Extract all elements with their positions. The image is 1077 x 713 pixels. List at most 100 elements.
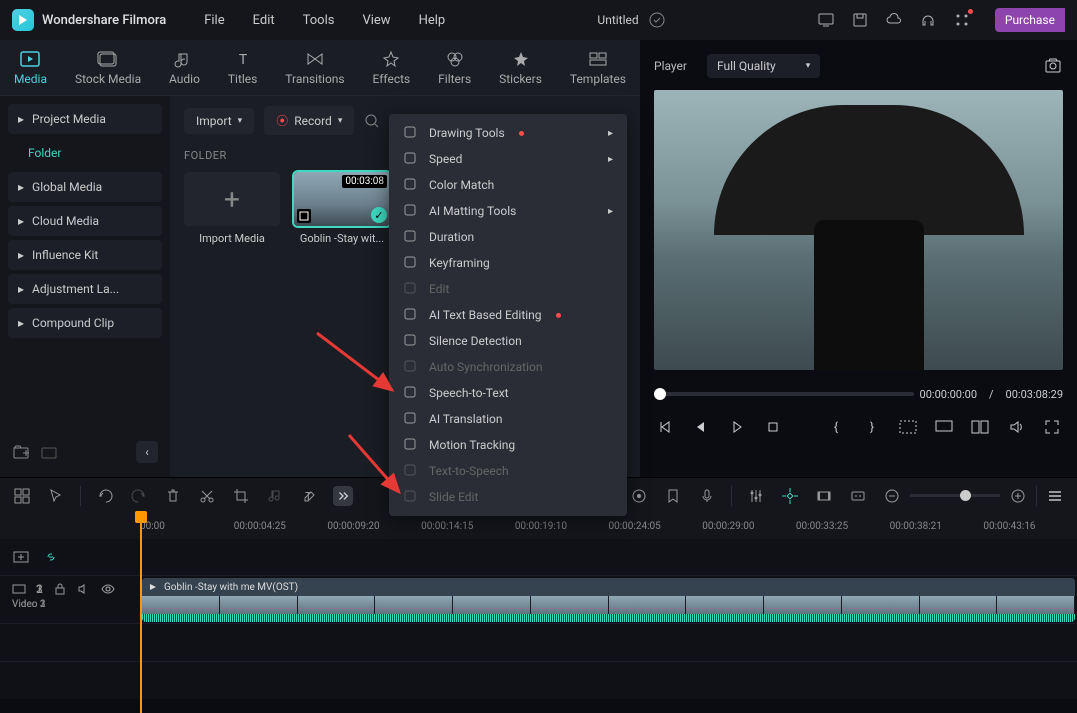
zoom-slider[interactable] [910, 494, 1000, 497]
sidebar-item-global-media[interactable]: ▸Global Media [8, 172, 162, 202]
sidebar-item-folder[interactable]: Folder [8, 138, 162, 168]
redo-icon[interactable] [129, 486, 149, 506]
sidebar-item-compound-clip[interactable]: ▸Compound Clip [8, 308, 162, 338]
render-icon[interactable] [814, 486, 834, 506]
layout-icon[interactable] [12, 486, 32, 506]
playhead[interactable] [140, 513, 142, 713]
menu-edit[interactable]: Edit [253, 13, 275, 28]
crop-icon[interactable] [231, 486, 251, 506]
context-item-color-match[interactable]: Color Match [389, 172, 627, 198]
menu-tools[interactable]: Tools [303, 13, 335, 28]
context-item-silence-detection[interactable]: Silence Detection [389, 328, 627, 354]
visibility-icon[interactable] [101, 582, 115, 596]
menu-view[interactable]: View [362, 13, 390, 28]
snapshot-icon[interactable] [1043, 56, 1063, 76]
tab-stickers[interactable]: Stickers [491, 46, 550, 90]
import-button[interactable]: Import▾ [184, 108, 254, 134]
tab-titles[interactable]: TTitles [220, 46, 265, 90]
video-preview[interactable] [654, 90, 1063, 370]
context-item-speed[interactable]: Speed▸ [389, 146, 627, 172]
undo-icon[interactable] [95, 486, 115, 506]
sidebar-item-adjustment-layer[interactable]: ▸Adjustment La... [8, 274, 162, 304]
media-sidebar: ▸Project Media Folder ▸Global Media ▸Clo… [0, 96, 170, 477]
sidebar-item-influence-kit[interactable]: ▸Influence Kit [8, 240, 162, 270]
volume-button[interactable] [1005, 416, 1027, 438]
cut-icon[interactable] [197, 486, 217, 506]
timeline-clip[interactable]: Goblin -Stay with me MV(OST) [142, 578, 1075, 622]
save-icon[interactable] [851, 11, 869, 29]
mark-in-button[interactable]: { [825, 416, 847, 438]
collapse-sidebar-button[interactable]: ‹ [136, 441, 158, 463]
video-type-icon [297, 209, 311, 223]
play-button[interactable] [726, 416, 748, 438]
color-icon [403, 177, 419, 193]
context-item-duration[interactable]: Duration [389, 224, 627, 250]
media-clip-tile[interactable]: 00:03:08 ✓ Goblin -Stay wit... [294, 172, 390, 245]
expand-tools-button[interactable] [333, 486, 353, 506]
marker-icon[interactable] [663, 486, 683, 506]
context-item-drawing-tools[interactable]: Drawing Tools▸ [389, 120, 627, 146]
search-icon[interactable] [364, 113, 380, 129]
link-icon[interactable] [42, 548, 60, 566]
tab-templates[interactable]: Templates [562, 46, 634, 90]
context-item-text-to-speech: Text-to-Speech [389, 458, 627, 484]
import-media-tile[interactable]: + Import Media [184, 172, 280, 245]
apps-icon[interactable] [953, 11, 971, 29]
add-track-icon[interactable] [12, 548, 30, 566]
stop-button[interactable] [762, 416, 784, 438]
display-button[interactable] [933, 416, 955, 438]
total-time: 00:03:08:29 [1006, 388, 1063, 401]
zoom-out-button[interactable] [882, 486, 902, 506]
play-backward-button[interactable] [690, 416, 712, 438]
tab-filters[interactable]: Filters [430, 46, 479, 90]
video-track-icon [12, 582, 26, 596]
record-icon[interactable] [629, 486, 649, 506]
ratio-button[interactable] [897, 416, 919, 438]
fullscreen-button[interactable] [1041, 416, 1063, 438]
delete-icon[interactable] [163, 486, 183, 506]
menu-file[interactable]: File [204, 13, 224, 28]
context-item-motion-tracking[interactable]: Motion Tracking [389, 432, 627, 458]
lock-icon[interactable] [53, 582, 67, 596]
music-icon[interactable] [265, 486, 285, 506]
mark-out-button[interactable]: } [861, 416, 883, 438]
text-edit-icon[interactable]: T [299, 486, 319, 506]
cloud-icon[interactable] [885, 11, 903, 29]
compare-button[interactable] [969, 416, 991, 438]
context-item-ai-translation[interactable]: AI Translation [389, 406, 627, 432]
new-folder-icon[interactable] [12, 443, 30, 461]
time-ruler[interactable]: 00:00 00:00:04:25 00:00:09:20 00:00:14:1… [0, 513, 1077, 539]
tab-audio[interactable]: Audio [161, 46, 208, 90]
keyframe-tool-icon[interactable] [780, 486, 800, 506]
monitor-icon[interactable] [817, 11, 835, 29]
mixer-icon[interactable] [746, 486, 766, 506]
record-button[interactable]: ⦿Record▾ [264, 106, 354, 135]
time-separator: / [989, 388, 994, 401]
purchase-button[interactable]: Purchase [995, 8, 1065, 32]
speed-icon [403, 151, 419, 167]
pointer-icon[interactable] [46, 486, 66, 506]
mic-icon[interactable] [697, 486, 717, 506]
tab-transitions[interactable]: Transitions [277, 46, 352, 90]
mute-icon[interactable] [77, 582, 91, 596]
check-icon: ✓ [371, 207, 387, 223]
prev-frame-button[interactable] [654, 416, 676, 438]
tab-effects[interactable]: Effects [365, 46, 419, 90]
caption-icon[interactable] [848, 486, 868, 506]
sidebar-item-cloud-media[interactable]: ▸Cloud Media [8, 206, 162, 236]
track-view-icon[interactable] [1045, 486, 1065, 506]
tab-stock-media[interactable]: Stock Media [67, 46, 149, 90]
scrubber[interactable] [654, 392, 914, 396]
folder-icon[interactable] [40, 443, 58, 461]
context-item-ai-matting-tools[interactable]: AI Matting Tools▸ [389, 198, 627, 224]
headphones-icon[interactable] [919, 11, 937, 29]
stt-icon [403, 385, 419, 401]
context-item-ai-text-based-editing[interactable]: AI Text Based Editing [389, 302, 627, 328]
context-item-keyframing[interactable]: Keyframing [389, 250, 627, 276]
tab-media[interactable]: Media [6, 46, 55, 90]
quality-dropdown[interactable]: Full Quality▾ [707, 54, 820, 78]
menu-help[interactable]: Help [419, 13, 446, 28]
zoom-in-button[interactable] [1008, 486, 1028, 506]
context-item-speech-to-text[interactable]: Speech-to-Text [389, 380, 627, 406]
sidebar-item-project-media[interactable]: ▸Project Media [8, 104, 162, 134]
